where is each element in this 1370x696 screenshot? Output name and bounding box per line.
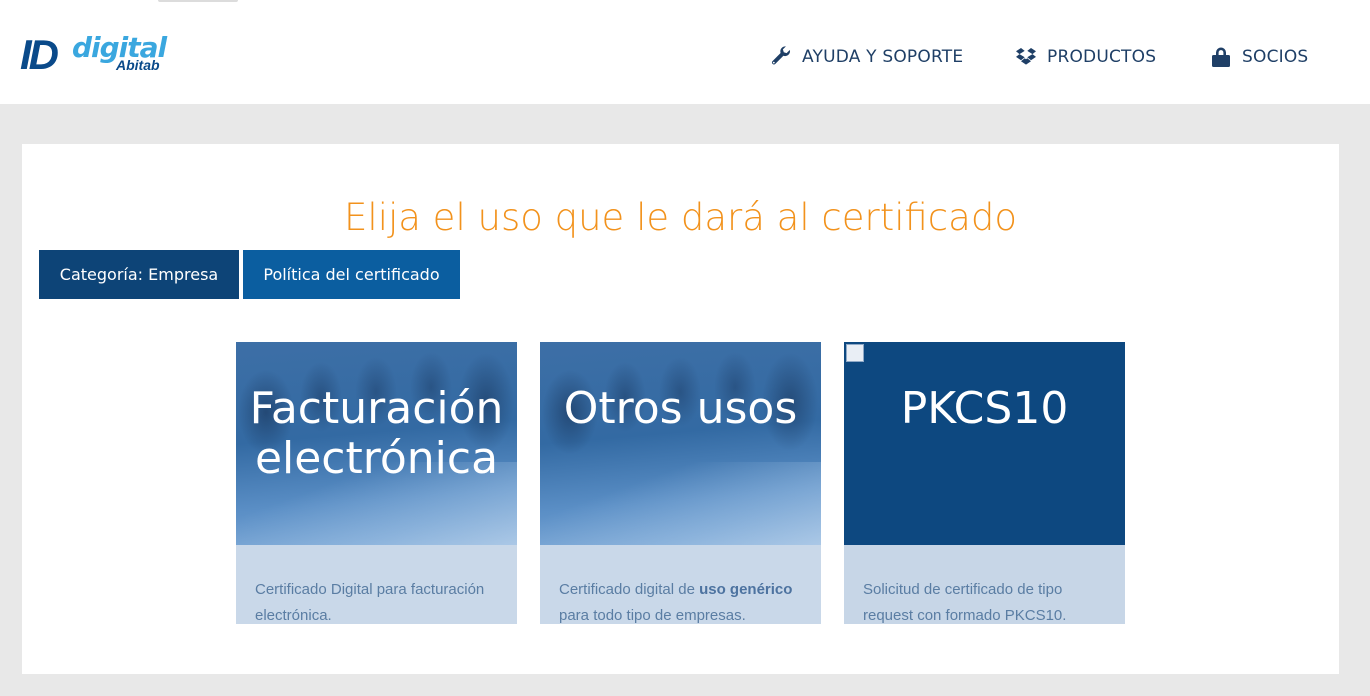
card-description: Certificado Digital para facturación ele…: [255, 577, 505, 624]
lock-icon: [1210, 46, 1232, 68]
logo-abitab-text: Abitab: [116, 57, 160, 73]
card-description: Certificado digital de uso genérico para…: [559, 577, 809, 624]
card-title-line: PKCS10: [900, 383, 1069, 434]
card-title: Facturación electrónica: [236, 384, 517, 484]
nav-socios[interactable]: SOCIOS: [1210, 44, 1308, 70]
card-title-line: Facturación: [249, 383, 504, 434]
card-desc-line: para todo tipo de empresas.: [559, 607, 746, 624]
card-desc-line: electrónica.: [255, 607, 332, 624]
logo-id-text: ID: [20, 31, 59, 78]
wrench-icon: [770, 46, 792, 68]
card-pkcs10[interactable]: PKCS10 Solicitud de certificado de tipo …: [844, 342, 1125, 624]
card-title: Otros usos: [540, 384, 821, 434]
breadcrumb-politica[interactable]: Política del certificado: [243, 250, 460, 299]
dropbox-icon: [1015, 46, 1037, 68]
breadcrumb-categoria[interactable]: Categoría: Empresa: [39, 250, 239, 299]
card-title: PKCS10: [844, 384, 1125, 434]
card-description: Solicitud de certificado de tipo request…: [863, 577, 1113, 624]
card-desc-line: Solicitud de certificado de tipo: [863, 581, 1063, 598]
nav-productos[interactable]: PRODUCTOS: [1015, 44, 1156, 70]
card-description-box: Certificado digital de uso genérico para…: [540, 545, 821, 624]
page-title: Elija el uso que le dará al certificado: [344, 196, 1017, 239]
card-desc-prefix: Certificado digital de: [559, 581, 700, 598]
browser-tab-hint: [158, 0, 238, 2]
card-desc-line: Certificado digital de uso genérico: [559, 577, 809, 603]
nav-label: AYUDA Y SOPORTE: [802, 47, 964, 67]
nav-label: SOCIOS: [1242, 47, 1309, 67]
card-desc-bold: uso genérico: [699, 581, 793, 598]
card-otros-usos[interactable]: Otros usos Certificado digital de uso ge…: [540, 342, 821, 624]
card-facturacion-electronica[interactable]: Facturación electrónica Certificado Digi…: [236, 342, 517, 624]
card-description-box: Certificado Digital para facturación ele…: [236, 545, 517, 624]
id-digital-logo[interactable]: ID digital Abitab: [20, 31, 180, 80]
nav-label: PRODUCTOS: [1047, 47, 1157, 67]
card-desc-line: request con formado PKCS10.: [863, 607, 1067, 624]
card-title-line: Otros usos: [563, 383, 798, 434]
card-desc-line: Certificado Digital para facturación: [255, 581, 485, 598]
nav-ayuda-soporte[interactable]: AYUDA Y SOPORTE: [770, 44, 963, 70]
card-title-line: electrónica: [254, 433, 499, 484]
top-header: ID digital Abitab AYUDA Y SOPORTE PRODUC…: [0, 0, 1370, 104]
main-panel: Elija el uso que le dará al certificado …: [22, 144, 1339, 674]
broken-image-icon: [846, 344, 864, 362]
card-photo-shine: [540, 462, 821, 545]
card-description-box: Solicitud de certificado de tipo request…: [844, 545, 1125, 624]
